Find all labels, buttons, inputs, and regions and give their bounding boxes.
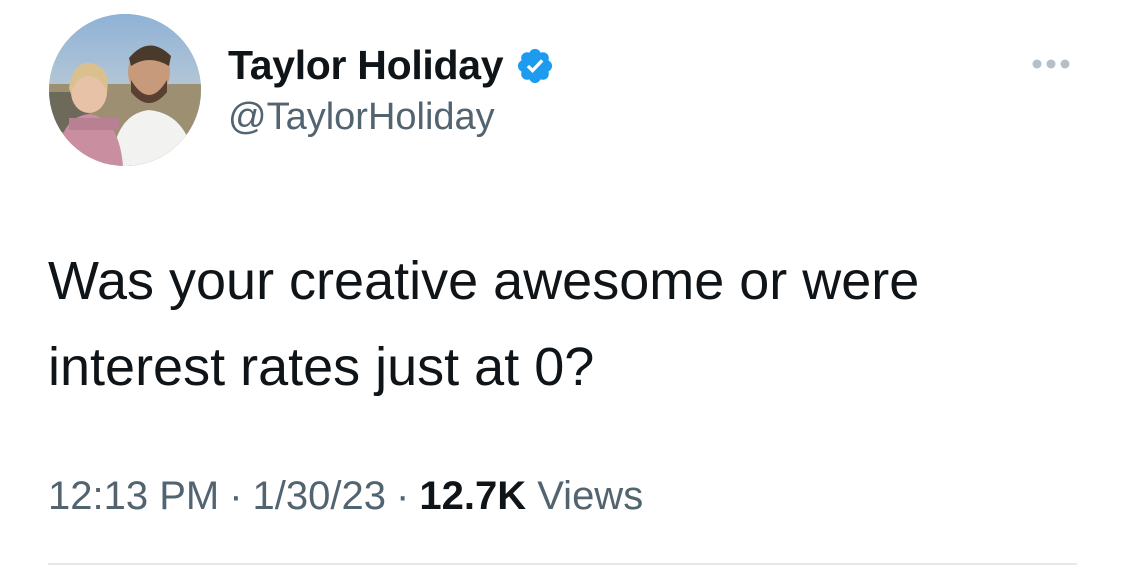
separator: · — [396, 474, 410, 518]
author-handle[interactable]: @TaylorHoliday — [228, 96, 495, 139]
views-label[interactable]: Views — [537, 474, 643, 518]
more-options-icon[interactable] — [1030, 52, 1072, 76]
author-display-name[interactable]: Taylor Holiday — [228, 42, 504, 89]
author-name-row: Taylor Holiday — [228, 42, 555, 89]
separator: · — [229, 474, 243, 518]
verified-badge-icon — [515, 46, 555, 86]
tweet-time[interactable]: 12:13 PM — [48, 474, 219, 518]
views-count[interactable]: 12.7K — [419, 474, 526, 518]
tweet-text: Was your creative awesome or were intere… — [48, 251, 920, 397]
profile-photo-icon — [49, 14, 201, 166]
divider — [48, 563, 1077, 565]
author-avatar[interactable] — [49, 14, 201, 166]
tweet-date[interactable]: 1/30/23 — [253, 474, 386, 518]
tweet-card: Taylor Holiday @TaylorHoliday Was your c… — [0, 0, 1125, 566]
tweet-metadata: 12:13 PM · 1/30/23 · 12.7K Views — [48, 474, 643, 519]
